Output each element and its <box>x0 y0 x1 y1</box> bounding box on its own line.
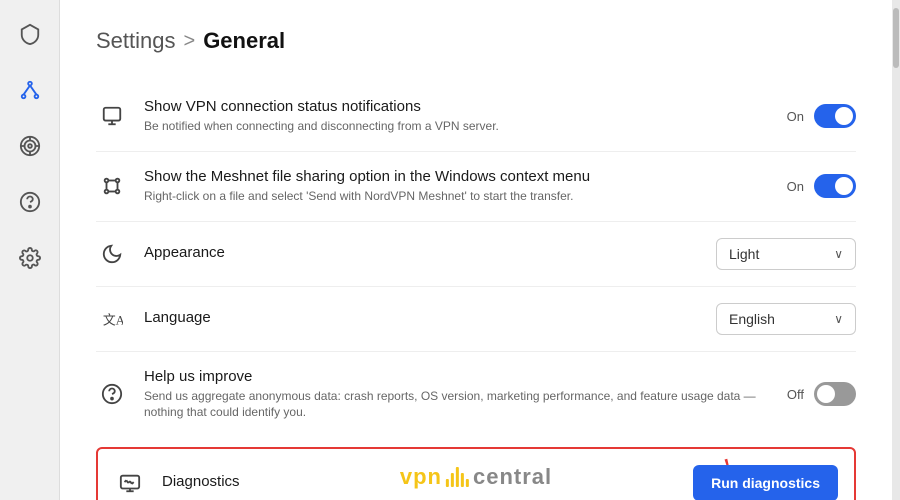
setting-row-language: 文A Language English ∨ <box>96 287 856 352</box>
vpn-notification-toggle[interactable] <box>814 104 856 128</box>
help-improve-desc: Send us aggregate anonymous data: crash … <box>144 388 771 422</box>
vpn-notification-text: Show VPN connection status notifications… <box>144 98 771 135</box>
help-improve-icon <box>96 378 128 410</box>
vpn-notification-title: Show VPN connection status notifications <box>144 98 771 115</box>
help-improve-toggle-track <box>814 382 856 406</box>
vpn-notification-toggle-track <box>814 104 856 128</box>
appearance-icon <box>96 238 128 270</box>
appearance-text: Appearance <box>144 244 700 264</box>
diagnostics-text: Diagnostics <box>162 473 677 493</box>
diagnostics-icon <box>114 467 146 499</box>
settings-list: Show VPN connection status notifications… <box>96 82 856 437</box>
appearance-dropdown-value: Light <box>729 246 759 262</box>
meshnet-context-toggle[interactable] <box>814 174 856 198</box>
language-dropdown-arrow: ∨ <box>834 312 843 326</box>
vpn-notification-desc: Be notified when connecting and disconne… <box>144 118 771 135</box>
help-improve-toggle-thumb <box>817 385 835 403</box>
language-dropdown-value: English <box>729 311 775 327</box>
sidebar <box>0 0 60 500</box>
language-dropdown[interactable]: English ∨ <box>716 303 856 335</box>
help-improve-control[interactable]: Off <box>787 382 856 406</box>
sidebar-item-target[interactable] <box>12 128 48 164</box>
sidebar-item-support[interactable] <box>12 184 48 220</box>
vpn-notification-icon <box>96 100 128 132</box>
meshnet-context-title: Show the Meshnet file sharing option in … <box>144 168 771 185</box>
main-content: Settings > General Show VPN connection s… <box>60 0 892 500</box>
help-improve-toggle[interactable] <box>814 382 856 406</box>
vpn-notification-toggle-thumb <box>835 107 853 125</box>
meshnet-context-toggle-track <box>814 174 856 198</box>
vpn-notification-toggle-label: On <box>787 109 804 124</box>
help-improve-text: Help us improve Send us aggregate anonymo… <box>144 368 771 422</box>
language-control[interactable]: English ∨ <box>716 303 856 335</box>
setting-row-help-improve: Help us improve Send us aggregate anonymo… <box>96 352 856 438</box>
diagnostics-title: Diagnostics <box>162 473 677 490</box>
language-title: Language <box>144 309 700 326</box>
appearance-dropdown-arrow: ∨ <box>834 247 843 261</box>
scrollbar[interactable] <box>892 0 900 500</box>
sidebar-item-nodes[interactable] <box>12 72 48 108</box>
breadcrumb-current: General <box>203 28 285 54</box>
meshnet-context-toggle-thumb <box>835 177 853 195</box>
help-improve-toggle-label: Off <box>787 387 804 402</box>
run-diagnostics-button[interactable]: Run diagnostics <box>693 465 838 500</box>
sidebar-item-settings[interactable] <box>12 240 48 276</box>
sidebar-item-shield[interactable] <box>12 16 48 52</box>
language-text: Language <box>144 309 700 329</box>
setting-row-appearance: Appearance Light ∨ <box>96 222 856 287</box>
appearance-title: Appearance <box>144 244 700 261</box>
meshnet-context-desc: Right-click on a file and select 'Send w… <box>144 188 771 205</box>
diagnostics-row: Diagnostics ➘ Run diagnostics <box>96 447 856 500</box>
breadcrumb: Settings > General <box>96 28 856 54</box>
help-improve-title: Help us improve <box>144 368 771 385</box>
setting-row-meshnet-context: Show the Meshnet file sharing option in … <box>96 152 856 222</box>
breadcrumb-separator: > <box>184 30 196 53</box>
language-icon: 文A <box>96 303 128 335</box>
meshnet-context-control[interactable]: On <box>787 174 856 198</box>
setting-row-vpn-notification: Show VPN connection status notifications… <box>96 82 856 152</box>
meshnet-context-toggle-label: On <box>787 179 804 194</box>
vpn-notification-control[interactable]: On <box>787 104 856 128</box>
meshnet-context-text: Show the Meshnet file sharing option in … <box>144 168 771 205</box>
svg-text:文A: 文A <box>103 313 123 327</box>
meshnet-context-icon <box>96 170 128 202</box>
scrollbar-thumb[interactable] <box>893 8 899 68</box>
breadcrumb-parent: Settings <box>96 28 176 54</box>
appearance-dropdown[interactable]: Light ∨ <box>716 238 856 270</box>
appearance-control[interactable]: Light ∨ <box>716 238 856 270</box>
